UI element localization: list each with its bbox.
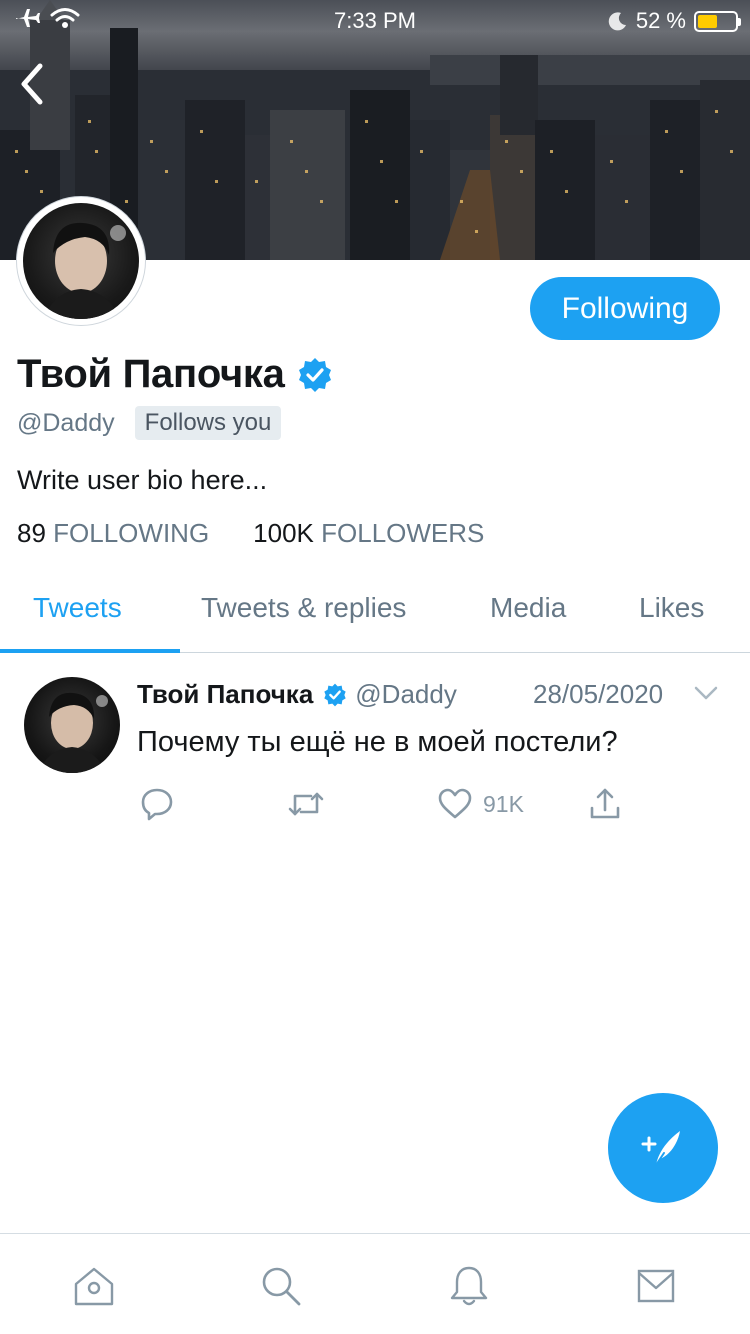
tab-tweets-and-replies[interactable]: Tweets & replies — [201, 592, 406, 624]
back-chevron-icon[interactable] — [14, 58, 54, 110]
notifications-icon[interactable] — [447, 1264, 491, 1308]
compose-feather-icon — [641, 1131, 680, 1166]
chevron-down-icon[interactable] — [694, 684, 718, 702]
tab-media[interactable]: Media — [490, 592, 566, 624]
follows-you-badge: Follows you — [134, 406, 282, 440]
verified-badge-icon — [298, 357, 331, 392]
tab-likes[interactable]: Likes — [639, 592, 704, 624]
do-not-disturb-moon-icon — [608, 12, 626, 31]
tweet-avatar[interactable] — [24, 677, 120, 773]
profile-handle: @Daddy — [17, 408, 115, 437]
like-button[interactable]: 91K — [437, 786, 524, 822]
battery-fill — [698, 14, 717, 28]
tweet-header: Твой Папочка @Daddy — [137, 679, 457, 710]
tweet-avatar-image — [38, 692, 108, 773]
avatar-image — [23, 203, 139, 319]
profile-name-row: Твой Папочка — [17, 352, 333, 397]
share-icon — [590, 788, 620, 819]
following-count: 89 — [17, 518, 46, 548]
battery-icon — [694, 10, 741, 32]
home-icon[interactable] — [72, 1264, 116, 1308]
retweet-button[interactable] — [287, 786, 325, 822]
profile-name: Твой Папочка — [17, 352, 285, 396]
profile-bio: Write user bio here... — [17, 465, 268, 495]
tweet-author-handle: @Daddy — [355, 679, 457, 709]
profile-avatar[interactable] — [16, 196, 146, 326]
following-label: FOLLOWING — [53, 518, 210, 548]
follow-counts: 89 FOLLOWING 100K FOLLOWERS — [17, 518, 484, 549]
tweet-text: Почему ты ещё не в моей постели? — [137, 726, 618, 758]
active-tab-indicator — [0, 649, 180, 653]
compose-tweet-button[interactable] — [608, 1093, 718, 1203]
tweet-author-name[interactable]: Твой Папочка — [137, 679, 313, 710]
reply-button[interactable] — [139, 786, 175, 822]
followers-count-link[interactable]: 100K FOLLOWERS — [253, 518, 484, 549]
battery-percentage: 52 % — [635, 8, 686, 33]
status-bar: 7:33 PM 52 % — [0, 0, 750, 40]
portrait-image — [43, 222, 126, 319]
tab-tweets[interactable]: Tweets — [33, 592, 122, 624]
handle-row: @Daddy Follows you — [17, 406, 282, 440]
followers-label: FOLLOWERS — [321, 518, 485, 548]
retweet-icon — [288, 792, 324, 816]
verified-badge-icon — [324, 683, 346, 706]
followers-count: 100K — [253, 518, 314, 548]
tweet-item[interactable]: Твой Папочка @Daddy 28/05/2020 Почему ты… — [0, 654, 750, 834]
bottom-navigation — [0, 1233, 750, 1334]
tweet-date: 28/05/2020 — [533, 679, 664, 709]
profile-tabs: Tweets Tweets & replies Media Likes — [0, 568, 750, 653]
tweet-actions: 91K — [137, 786, 637, 826]
following-count-link[interactable]: 89 FOLLOWING — [17, 518, 209, 549]
share-button[interactable] — [587, 786, 623, 822]
search-icon[interactable] — [259, 1264, 303, 1308]
reply-icon — [141, 788, 173, 821]
messages-icon[interactable] — [634, 1264, 678, 1308]
status-right: 52 % — [608, 8, 741, 34]
following-button[interactable]: Following — [530, 277, 720, 340]
heart-icon — [438, 788, 472, 819]
like-count: 91K — [483, 790, 524, 817]
